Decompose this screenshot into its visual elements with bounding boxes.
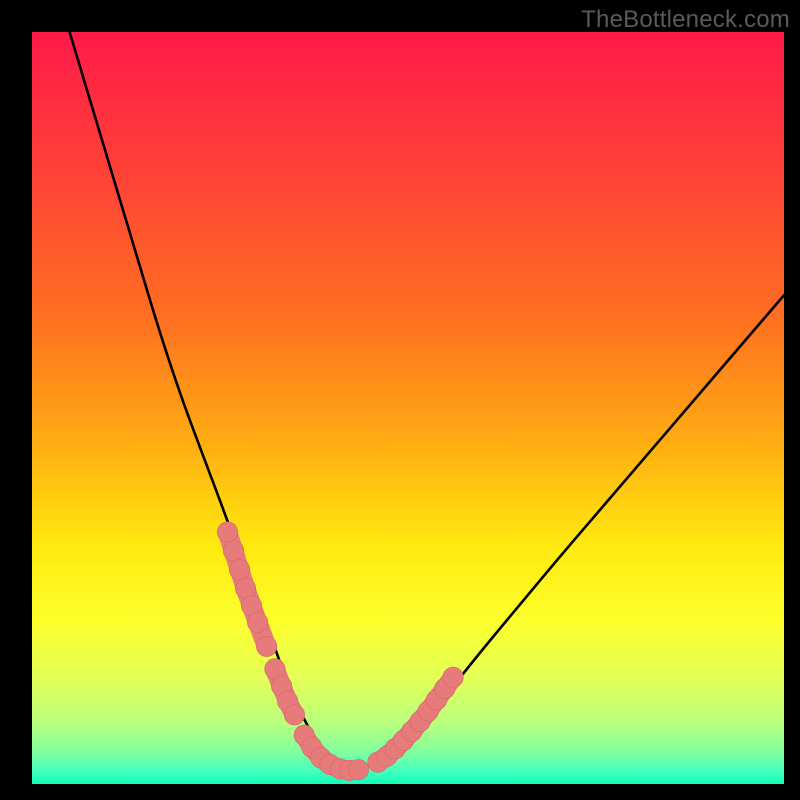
marker-dot bbox=[284, 705, 304, 725]
plot-area bbox=[32, 32, 784, 784]
marker-dot bbox=[229, 560, 249, 580]
marker-dot bbox=[348, 760, 368, 780]
marker-dot bbox=[443, 667, 463, 687]
chart-frame: TheBottleneck.com bbox=[0, 0, 800, 800]
marker-dot bbox=[217, 522, 237, 542]
marker-dot bbox=[256, 636, 276, 656]
bottleneck-curve bbox=[70, 32, 784, 769]
watermark-text: TheBottleneck.com bbox=[581, 6, 790, 34]
marker-dot bbox=[247, 612, 267, 632]
curve-layer bbox=[32, 32, 784, 784]
highlighted-points bbox=[217, 522, 463, 781]
marker-dot bbox=[223, 541, 243, 561]
